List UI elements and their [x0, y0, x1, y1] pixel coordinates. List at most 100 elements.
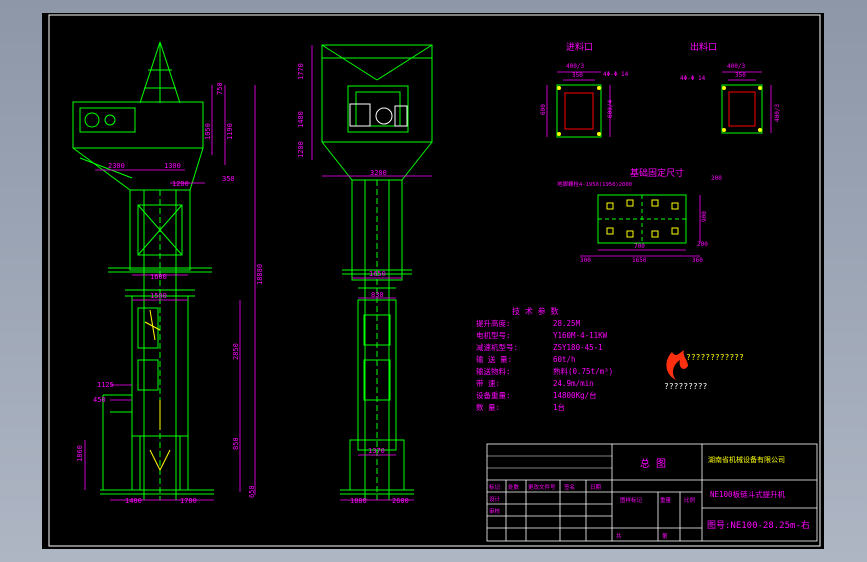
- tech-param-value: 24.9m/min: [553, 379, 594, 388]
- foundation-dim-c: 1650: [632, 257, 647, 264]
- dim-left-9: 1500: [150, 292, 167, 300]
- tech-param-value: 60t/h: [553, 355, 576, 364]
- foundation-plan: [597, 194, 687, 244]
- anchor-bolt: [626, 199, 634, 207]
- tb-header-2: 处数: [508, 483, 520, 491]
- tb-header-5: 日期: [590, 484, 602, 491]
- outlet-flange: [721, 84, 763, 134]
- anchor-bolt: [671, 227, 679, 235]
- dim-left-15: 850: [232, 437, 240, 450]
- dim-left-13: 1125: [97, 381, 114, 389]
- dim-left-11: 18880: [256, 264, 264, 285]
- foundation-dim-d: 360: [692, 257, 703, 264]
- tech-param-label: 带 速:: [476, 379, 500, 388]
- dim-side-6: 830: [371, 291, 384, 299]
- anchor-bolt: [626, 230, 634, 238]
- drawing-number: 图号:NE100-28.25m-右: [707, 519, 810, 531]
- tech-param-label: 设备重量:: [476, 390, 511, 400]
- tech-param-label: 数 量:: [476, 402, 500, 412]
- outlet-bolt-hole: [722, 86, 726, 90]
- foundation-bolt-spec: 地脚螺栓4-1950(1950)2000: [557, 180, 632, 188]
- tb-designer: 设计: [489, 495, 501, 503]
- dim-left-5: 2300: [108, 162, 125, 170]
- tb-sheet-no: 第: [662, 532, 668, 540]
- dim-left-7: 1200: [172, 180, 189, 188]
- tb-header-1: 标记: [489, 483, 501, 491]
- inlet-bolt-hole: [597, 86, 601, 90]
- tech-params-title: 技 术 参 数: [512, 306, 558, 316]
- anchor-bolt: [671, 202, 679, 210]
- inlet-bolt-hole: [557, 86, 561, 90]
- inlet-dim-5: 600/4: [607, 100, 614, 118]
- inlet-dim-3: 4Φ-Φ 14: [603, 71, 629, 78]
- inlet-flange: [556, 84, 602, 138]
- dim-left-18: 1700: [180, 497, 197, 505]
- dim-side-1: 1770: [297, 63, 305, 80]
- side-view-motor: [349, 103, 408, 127]
- outlet-dim-4: 400/3: [774, 104, 781, 122]
- tech-param-label: 减速机型号:: [476, 342, 518, 352]
- dim-side-9: 2600: [392, 497, 409, 505]
- dim-left-4: 1300: [164, 162, 181, 170]
- foundation-dim-e: 900: [701, 211, 708, 222]
- outlet-dim-1: 400/3: [727, 63, 745, 70]
- dim-side-2: 1480: [297, 111, 305, 128]
- anchor-bolt: [606, 227, 614, 235]
- tb-check: 审核: [489, 507, 501, 515]
- inlet-dim-4: 600: [540, 104, 547, 115]
- foundation-dim-b: 700: [634, 243, 645, 250]
- dim-side-5: 1650: [369, 270, 386, 278]
- tech-param-value: 熟料(0.75t/m³): [553, 366, 613, 376]
- dim-left-1: 750: [216, 82, 224, 95]
- logo-text-top: ????????????: [686, 353, 744, 362]
- company-name: 湖南省机械设备有限公司: [708, 455, 785, 464]
- inlet-bolt-hole: [597, 132, 601, 136]
- dim-left-3: 1190: [226, 123, 234, 140]
- anchor-bolt: [651, 199, 659, 207]
- inlet-dim-2: 350: [572, 72, 583, 79]
- anchor-bolt: [651, 230, 659, 238]
- dim-side-8: 1800: [350, 497, 367, 505]
- front-view-elevator: [72, 41, 214, 500]
- anchor-bolt: [606, 202, 614, 210]
- product-name: NE100板链斗式提升机: [710, 489, 786, 499]
- dim-left-19: 650: [248, 485, 256, 498]
- tech-param-label: 输 送 量:: [476, 354, 512, 364]
- outlet-dim-2: 350: [735, 72, 746, 79]
- dim-side-4: 3200: [370, 169, 387, 177]
- dim-side-3: 1200: [297, 141, 305, 158]
- front-view-dimensions: [84, 85, 256, 501]
- foundation-dim-a: 300: [580, 257, 591, 264]
- outlet-bolt-hole: [758, 86, 762, 90]
- tb-header-4: 签名: [564, 483, 575, 491]
- dim-left-16: 1860: [76, 445, 84, 462]
- dim-left-8: 1600: [150, 273, 167, 281]
- drawing-title: 总 图: [640, 457, 666, 470]
- dim-left-6: 350: [222, 175, 235, 183]
- tb-sheet-total: 共: [616, 532, 622, 540]
- tech-param-value: 1台: [553, 402, 565, 412]
- foundation-dim-f: 200: [711, 175, 722, 182]
- foundation-dim-g: 200: [697, 241, 708, 248]
- cad-drawing-canvas[interactable]: 750 1050 1190 2300 1300 350 1200 1600 15…: [0, 0, 867, 562]
- tb-stage: 图样标记: [620, 496, 643, 504]
- tech-params-table: 提升高度: 28.25M 电机型号: Y160M-4-11KW 减速机型号: ZSY180…: [476, 318, 613, 412]
- tb-scale: 比例: [684, 496, 696, 504]
- tech-param-value: 28.25M: [553, 319, 581, 328]
- inlet-label: 进料口: [566, 41, 593, 53]
- outlet-bolt-hole: [758, 128, 762, 132]
- inlet-dim-1: 400/3: [566, 63, 584, 70]
- dim-side-7: 1370: [368, 447, 385, 455]
- outlet-label: 出料口: [690, 41, 717, 53]
- outlet-dim-3: 4Φ-Φ 14: [680, 75, 706, 82]
- tb-weight: 重量: [660, 496, 672, 504]
- company-logo: ???????????? ?????????: [664, 350, 744, 391]
- tech-param-value: 14800Kg/台: [553, 390, 597, 400]
- dim-left-12: 2850: [232, 343, 240, 360]
- tech-param-value: Y160M-4-11KW: [553, 331, 608, 340]
- tech-param-label: 输送物料:: [476, 366, 511, 376]
- tech-param-value: ZSY180-45-1: [553, 343, 603, 352]
- dim-left-2: 1050: [204, 123, 212, 140]
- tb-header-3: 更改文件号: [528, 483, 556, 491]
- logo-text-bottom: ?????????: [664, 382, 708, 391]
